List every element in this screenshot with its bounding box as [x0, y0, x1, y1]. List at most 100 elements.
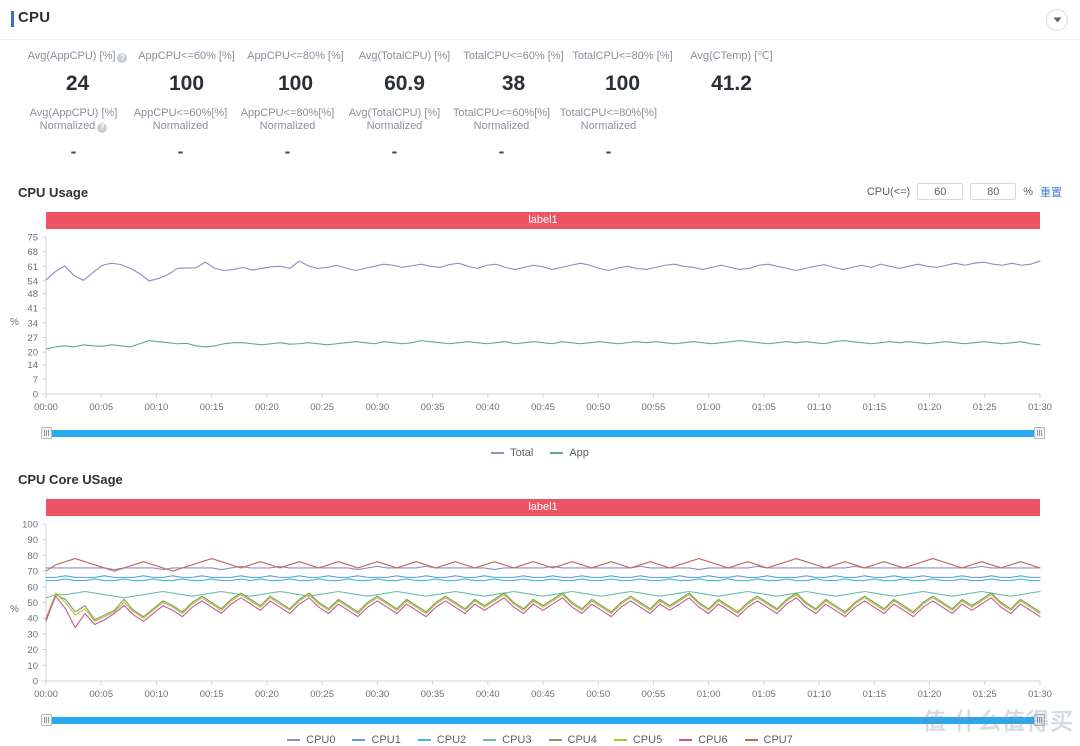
legend-item-total[interactable]: Total — [491, 447, 533, 459]
metric-label-secondary: Normalized — [473, 120, 530, 132]
cpu-usage-plot[interactable]: 0 7 1420 27 34 41 48 54 61 68 75 00:00 00:05 00:10 00:… — [0, 229, 1080, 424]
x-tick-label: 01:00 — [697, 402, 721, 413]
y-tick-label: 61 — [27, 262, 38, 273]
metric-label-secondary: Normalized — [259, 120, 316, 132]
metric-cell: Avg(AppCPU) [%] Normalized? - — [20, 107, 127, 164]
x-tick-label: 00:10 — [145, 689, 169, 700]
metric-label: AppCPU<=60%[%] — [133, 107, 228, 119]
legend-item-cpu6[interactable]: CPU6 — [679, 734, 728, 746]
metric-label: AppCPU<=80%[%] — [240, 107, 335, 119]
zoom-handle-right[interactable] — [1034, 427, 1045, 439]
cpu-core-usage-zoom-slider[interactable] — [41, 714, 1045, 726]
cpu-core-usage-chart[interactable]: 0 10 20 30 40 50 60 70 80 90 100 00:00 00:05 00:10 00:… — [0, 516, 1080, 711]
metric-cell: TotalCPU<=60%[%] Normalized - — [448, 107, 555, 164]
legend-item-cpu3[interactable]: CPU3 — [483, 734, 532, 746]
y-tick-label: 75 — [27, 233, 38, 244]
x-tick-label: 00:00 — [34, 402, 58, 413]
y-tick-label: 40 — [27, 614, 38, 625]
help-icon[interactable]: ? — [117, 53, 128, 63]
legend-item-cpu1[interactable]: CPU1 — [352, 734, 401, 746]
legend-item-app[interactable]: App — [550, 447, 589, 459]
legend-swatch-icon — [744, 739, 758, 741]
x-tick-label: 00:15 — [200, 402, 224, 413]
metric-label: Avg(AppCPU) [%] — [29, 107, 118, 119]
series-line — [45, 590, 1041, 599]
series-line — [45, 260, 1041, 282]
chevron-down-icon[interactable] — [1046, 9, 1068, 31]
cpu-core-usage-plot[interactable]: 0 10 20 30 40 50 60 70 80 90 100 00:00 00:05 00:10 00:… — [0, 516, 1080, 711]
threshold-low-input[interactable] — [917, 183, 964, 200]
metric-cell: Avg(CTemp) [℃] 41.2 — [677, 50, 786, 96]
x-tick-label: 01:05 — [752, 402, 776, 413]
x-tick-label: 01:10 — [807, 402, 831, 413]
y-tick-label: 14 — [27, 360, 38, 371]
cpu-usage-y-axis-unit: % — [10, 317, 19, 328]
series-line — [45, 340, 1041, 350]
legend-label: CPU7 — [763, 734, 793, 746]
metric-value: - — [605, 142, 612, 161]
legend-item-cpu0[interactable]: CPU0 — [287, 734, 335, 746]
metric-label: Avg(CTemp) [℃] — [690, 50, 773, 62]
y-tick-label: 0 — [33, 677, 38, 688]
help-icon[interactable]: ? — [97, 123, 108, 133]
legend-label: CPU4 — [567, 734, 597, 746]
metric-label-secondary: Normalized? — [20, 120, 127, 133]
legend-label: CPU0 — [306, 734, 336, 746]
threshold-label: CPU(<=) — [866, 185, 911, 198]
legend-item-cpu5[interactable]: CPU5 — [613, 734, 662, 746]
x-tick-label: 00:10 — [145, 402, 169, 413]
cpu-usage-zoom-slider[interactable] — [41, 427, 1045, 439]
x-tick-label: 01:30 — [1028, 689, 1052, 700]
legend-swatch-icon — [352, 739, 366, 741]
x-tick-label: 00:05 — [89, 402, 113, 413]
cpu-core-usage-title: CPU Core USage — [18, 472, 123, 487]
legend-label: CPU2 — [436, 734, 467, 746]
legend-item-cpu2[interactable]: CPU2 — [417, 734, 467, 746]
metric-value: 100 — [168, 72, 205, 95]
zoom-track[interactable] — [46, 430, 1040, 437]
y-tick-label: 68 — [27, 247, 38, 258]
legend-label: App — [569, 447, 589, 459]
legend-item-cpu4[interactable]: CPU4 — [548, 734, 597, 746]
cpu-usage-legend: Total App — [0, 447, 1080, 459]
title-accent-bar — [11, 11, 14, 27]
x-tick-label: 00:20 — [255, 402, 279, 413]
legend-swatch-icon — [417, 739, 431, 741]
y-tick-label: 90 — [27, 535, 38, 546]
metric-value: - — [177, 142, 184, 161]
metrics-summary: Avg(AppCPU) [%]? 24 AppCPU<=60% [%] 100 AppC… — [0, 40, 1080, 164]
zoom-handle-right[interactable] — [1034, 714, 1045, 726]
x-tick-label: 00:50 — [586, 689, 610, 700]
series-line — [45, 578, 1041, 582]
y-tick-label: 50 — [27, 598, 38, 609]
reset-button[interactable]: 重置 — [1040, 184, 1062, 200]
metric-cell: AppCPU<=60%[%] Normalized - — [127, 107, 234, 164]
panel-header: CPU — [0, 0, 1080, 40]
x-tick-label: 01:20 — [918, 689, 942, 700]
y-tick-label: 20 — [27, 645, 38, 656]
zoom-track[interactable] — [46, 717, 1040, 724]
metric-value: 60.9 — [384, 72, 425, 95]
cpu-usage-chart[interactable]: 0 7 14 20 27 34 41 48 54 61 68 75 00:00 00:05 00:10 00:… — [0, 229, 1080, 424]
x-tick-label: 00:55 — [642, 402, 666, 413]
zoom-handle-left[interactable] — [41, 427, 52, 439]
zoom-handle-left[interactable] — [41, 714, 52, 726]
x-tick-label: 00:00 — [34, 689, 58, 700]
metric-cell: AppCPU<=80% [%] 100 — [241, 50, 350, 96]
legend-label: Total — [510, 447, 534, 459]
y-tick-label: 34 — [27, 318, 38, 329]
metric-value: 38 — [501, 72, 526, 95]
x-tick-label: 01:05 — [752, 689, 776, 700]
x-tick-label: 00:35 — [421, 689, 445, 700]
legend-swatch-icon — [287, 739, 301, 741]
threshold-high-input[interactable] — [970, 183, 1017, 200]
legend-item-cpu7[interactable]: CPU7 — [744, 734, 793, 746]
metric-value: - — [391, 142, 398, 161]
cpu-core-usage-label-bar: label1 — [46, 499, 1040, 516]
metric-value: 100 — [604, 72, 641, 95]
metric-label: Avg(TotalCPU) [%] — [358, 50, 451, 62]
x-tick-label: 01:20 — [918, 402, 942, 413]
cpu-usage-title: CPU Usage — [18, 185, 89, 200]
y-tick-label: 7 — [33, 375, 38, 386]
metric-value: 41.2 — [711, 72, 752, 95]
